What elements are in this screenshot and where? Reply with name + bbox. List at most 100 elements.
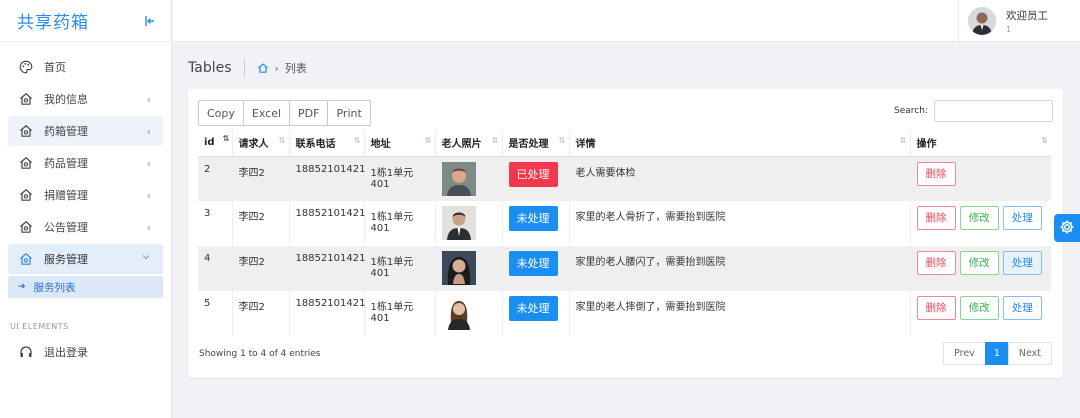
search-box: Search:: [894, 100, 1053, 122]
delete-button[interactable]: 删除: [916, 296, 956, 320]
logout-button[interactable]: 退出登录: [8, 337, 163, 367]
cell-phone: 18852101421: [289, 156, 366, 201]
home-icon: [18, 123, 34, 139]
elder-photo: [441, 161, 476, 196]
sort-icon: ⇅: [491, 136, 499, 145]
chevron-right-icon: ›: [274, 61, 279, 75]
search-label: Search:: [894, 106, 928, 116]
cell-requester: 李四2: [232, 156, 290, 201]
table-header-row: id ⇅ 请求人 ⇅ 联系电话 ⇅ 地址 ⇅ 老人照片 ⇅ 是否处理 ⇅ 详情 ⇅ 操作 ⇅: [198, 130, 1051, 157]
cell-address: 1栋1单元401: [364, 246, 436, 291]
edit-button[interactable]: 修改: [959, 251, 999, 275]
sidebar: 共享药箱 首页 我的信息 ‹ 药箱管理 ‹ 药品管理 ‹ 捐赠管理 ‹ 公告管理…: [0, 0, 172, 418]
column-header-status[interactable]: 是否处理 ⇅: [502, 130, 570, 157]
cell-phone: 18852101421: [289, 291, 366, 336]
sidebar-item-medicine[interactable]: 药品管理 ‹: [8, 148, 163, 178]
column-header-detail[interactable]: 详情 ⇅: [569, 130, 911, 157]
export-toolbar: Copy Excel PDF Print: [198, 100, 371, 126]
gear-icon: [1059, 219, 1075, 238]
edit-button[interactable]: 修改: [959, 296, 999, 320]
cell-id: 2: [198, 156, 233, 201]
print-button[interactable]: Print: [327, 100, 371, 126]
user-menu[interactable]: 欢迎员工 1: [958, 0, 1080, 42]
palette-icon: [18, 59, 34, 75]
cell-photo: [435, 291, 503, 336]
collapse-sidebar-icon[interactable]: [143, 14, 157, 28]
cell-photo: [435, 201, 503, 246]
sidebar-item-medicine-box[interactable]: 药箱管理 ‹: [8, 116, 163, 146]
cell-requester: 李四2: [232, 246, 290, 291]
column-header-photo[interactable]: 老人照片 ⇅: [435, 130, 503, 157]
delete-button[interactable]: 删除: [916, 251, 956, 275]
avatar: [968, 7, 996, 35]
sidebar-item-label: 服务管理: [44, 253, 88, 266]
cell-actions: 删除 修改 处理: [910, 201, 1051, 246]
sort-icon: ⇅: [222, 134, 230, 143]
table-info: Showing 1 to 4 of 4 entries: [199, 349, 321, 359]
prev-page-button[interactable]: Prev: [943, 342, 986, 365]
sort-icon: ⇅: [1041, 136, 1048, 145]
settings-toggle[interactable]: [1054, 214, 1080, 242]
table-row: 5 李四2 18852101421 1栋1单元401 未处理 家里的老人摔倒了，…: [198, 291, 1051, 336]
search-input[interactable]: [934, 100, 1053, 122]
sort-icon: ⇅: [424, 136, 432, 145]
page-1-button[interactable]: 1: [984, 342, 1009, 365]
column-header-actions[interactable]: 操作 ⇅: [910, 130, 1051, 157]
cell-photo: [435, 156, 503, 201]
chevron-left-icon: ‹: [146, 221, 151, 234]
status-badge-pending[interactable]: 未处理: [508, 296, 558, 321]
chevron-down-icon: [141, 252, 151, 265]
excel-button[interactable]: Excel: [242, 100, 291, 126]
edit-button[interactable]: 修改: [959, 206, 999, 230]
topbar: 欢迎员工 1: [173, 0, 1080, 42]
column-header-phone[interactable]: 联系电话 ⇅: [289, 130, 365, 157]
headphones-icon: [18, 344, 34, 360]
sort-icon: ⇅: [558, 136, 566, 145]
cell-actions: 删除 修改 处理: [910, 246, 1051, 291]
column-header-requester[interactable]: 请求人 ⇅: [232, 130, 290, 157]
sidebar-item-announcement[interactable]: 公告管理 ‹: [8, 212, 163, 242]
sidebar-subitem-service-list[interactable]: ➔ 服务列表: [8, 276, 163, 298]
cell-address: 1栋1单元401: [364, 291, 436, 336]
column-header-id[interactable]: id ⇅: [198, 130, 233, 157]
sidebar-item-donation[interactable]: 捐赠管理 ‹: [8, 180, 163, 210]
status-badge-pending[interactable]: 未处理: [508, 251, 558, 276]
sort-icon: ⇅: [899, 136, 907, 145]
cell-requester: 李四2: [232, 291, 290, 336]
pdf-button[interactable]: PDF: [289, 100, 329, 126]
elder-photo: [441, 206, 476, 240]
data-table: id ⇅ 请求人 ⇅ 联系电话 ⇅ 地址 ⇅ 老人照片 ⇅ 是否处理 ⇅ 详情 ⇅ 操作 ⇅ 2…: [198, 130, 1051, 336]
user-greeting: 欢迎员工: [1006, 10, 1048, 22]
sidebar-item-label: 药品管理: [44, 157, 88, 170]
table-row: 2 李四2 18852101421 1栋1单元401 已处理 老人需要体检 删除: [198, 156, 1051, 201]
cell-status: 未处理: [502, 246, 570, 291]
sidebar-item-service[interactable]: 服务管理: [8, 244, 163, 274]
breadcrumb-current: 列表: [284, 62, 307, 75]
elder-photo: [441, 251, 476, 285]
delete-button[interactable]: 删除: [916, 161, 956, 186]
process-button[interactable]: 处理: [1002, 296, 1042, 320]
cell-phone: 18852101421: [289, 201, 366, 246]
cell-detail: 家里的老人骨折了，需要抬到医院: [569, 201, 911, 246]
delete-button[interactable]: 删除: [916, 206, 956, 230]
status-badge-pending[interactable]: 未处理: [508, 206, 558, 231]
cell-phone: 18852101421: [289, 246, 366, 291]
cell-id: 3: [198, 201, 233, 246]
process-button[interactable]: 处理: [1002, 251, 1042, 275]
home-icon[interactable]: [257, 62, 269, 74]
cell-status: 未处理: [502, 201, 570, 246]
process-button[interactable]: 处理: [1002, 206, 1042, 230]
cell-status: 未处理: [502, 291, 570, 336]
next-page-button[interactable]: Next: [1007, 342, 1052, 365]
cell-detail: 老人需要体检: [569, 156, 911, 201]
copy-button[interactable]: Copy: [198, 100, 244, 126]
home-icon: [18, 187, 34, 203]
home-icon: [18, 251, 34, 267]
sidebar-item-my-info[interactable]: 我的信息 ‹: [8, 84, 163, 114]
cell-actions: 删除: [910, 156, 1051, 201]
status-badge-processed[interactable]: 已处理: [508, 161, 558, 187]
cell-address: 1栋1单元401: [364, 156, 436, 201]
sidebar-item-home[interactable]: 首页: [8, 52, 163, 82]
chevron-left-icon: ‹: [146, 93, 151, 106]
column-header-address[interactable]: 地址 ⇅: [364, 130, 436, 157]
